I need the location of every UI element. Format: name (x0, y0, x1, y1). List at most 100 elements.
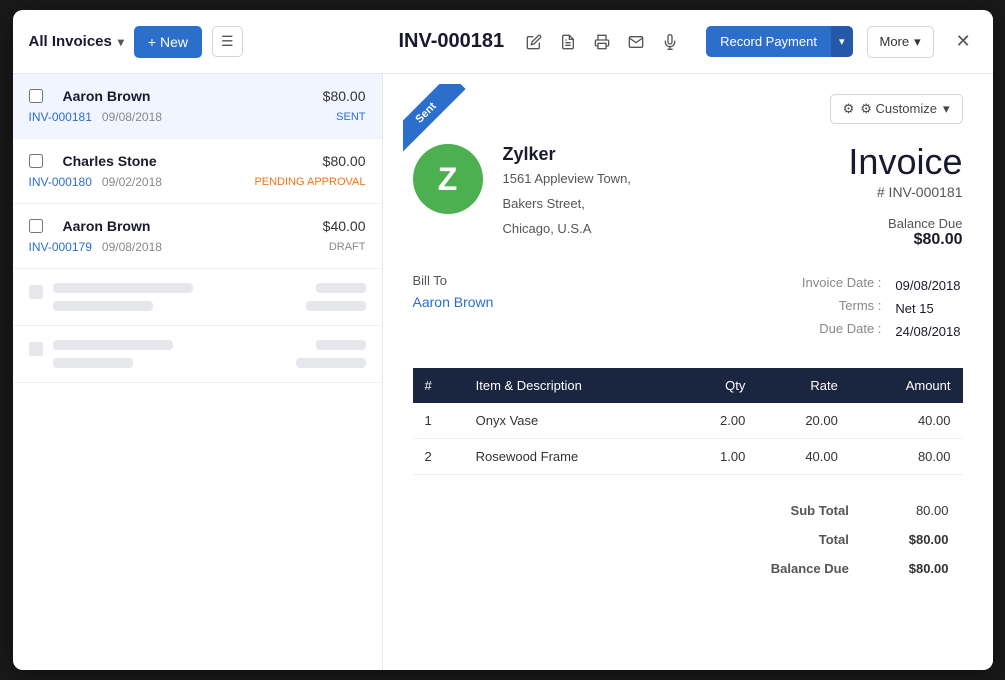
skeleton-checkbox (29, 342, 43, 356)
terms-label: Terms : (802, 298, 894, 319)
bill-to-label: Bill To (413, 273, 494, 288)
invoice-amount: $40.00 (323, 218, 366, 234)
skeleton-line (316, 340, 366, 350)
invoice-details-section: Invoice Date : 09/08/2018 Terms : Net 15… (800, 273, 963, 344)
skeleton-row (53, 301, 366, 311)
customer-name: Charles Stone (63, 153, 157, 169)
items-table-body: 1 Onyx Vase 2.00 20.00 40.00 2 Rosewood … (413, 403, 963, 475)
sent-ribbon: Sent (403, 84, 466, 153)
bill-section: Bill To Aaron Brown Invoice Date : 09/08… (413, 273, 963, 344)
toolbar-icons (522, 30, 682, 54)
invoice-header-right: Invoice # INV-000181 Balance Due $80.00 (848, 144, 962, 249)
toolbar-left: All Invoices ▾ + New ☰ (29, 26, 399, 58)
skeleton-item (13, 326, 382, 383)
record-payment-button[interactable]: Record Payment (706, 26, 831, 57)
skeleton-row (53, 340, 366, 350)
more-button[interactable]: More ▾ (867, 26, 934, 58)
print-icon (594, 34, 610, 50)
customize-chevron-icon: ▾ (943, 101, 950, 117)
item-rate: 40.00 (757, 439, 850, 475)
total-value: $80.00 (863, 526, 961, 553)
totals-table: Sub Total 80.00 Total $80.00 Balance Due… (703, 495, 963, 584)
company-address-line1: 1561 Appleview Town, (503, 169, 631, 190)
skeleton-row (53, 283, 366, 293)
skeleton-line (296, 358, 366, 368)
balance-due-amount: $80.00 (848, 231, 962, 249)
customize-button[interactable]: ⚙ ⚙ Customize ▾ (830, 94, 963, 124)
main-content: Aaron Brown $80.00 INV-000181 09/08/2018… (13, 74, 993, 670)
invoice-row-bottom: INV-000179 09/08/2018 DRAFT (29, 240, 366, 254)
invoice-list: Aaron Brown $80.00 INV-000181 09/08/2018… (13, 74, 383, 670)
customize-bar: ⚙ ⚙ Customize ▾ (413, 94, 963, 124)
customer-name: Aaron Brown (63, 88, 151, 104)
col-num: # (413, 368, 464, 403)
pdf-icon (560, 34, 576, 50)
skeleton-line (53, 340, 173, 350)
customer-name: Aaron Brown (63, 218, 151, 234)
total-label: Total (705, 526, 861, 553)
toolbar: All Invoices ▾ + New ☰ INV-000181 (13, 10, 993, 74)
item-amount: 80.00 (850, 439, 963, 475)
invoice-detail: Sent ⚙ ⚙ Customize ▾ Z Zylker (383, 74, 993, 670)
balance-due-row-value: $80.00 (863, 555, 961, 582)
skeleton-line (53, 358, 133, 368)
col-qty: Qty (677, 368, 758, 403)
all-invoices-button[interactable]: All Invoices ▾ (29, 33, 124, 50)
edit-button[interactable] (522, 30, 546, 54)
terms-row: Terms : Net 15 (802, 298, 961, 319)
close-button[interactable]: ✕ (952, 27, 975, 56)
item-qty: 2.00 (677, 403, 758, 439)
skeleton-line (53, 283, 193, 293)
invoice-meta: INV-000179 09/08/2018 (29, 240, 162, 254)
invoice-checkbox-2[interactable] (29, 154, 43, 168)
microphone-button[interactable] (658, 30, 682, 54)
pdf-button[interactable] (556, 30, 580, 54)
list-item[interactable]: Charles Stone $80.00 INV-000180 09/02/20… (13, 139, 382, 204)
email-button[interactable] (624, 30, 648, 54)
items-table-header-row: # Item & Description Qty Rate Amount (413, 368, 963, 403)
invoice-big-title: Invoice (848, 144, 962, 180)
edit-icon (526, 34, 542, 50)
chevron-down-icon: ▾ (118, 35, 124, 49)
status-badge: PENDING APPROVAL (254, 176, 365, 188)
bill-to-name: Aaron Brown (413, 294, 494, 310)
sub-total-label: Sub Total (705, 497, 861, 524)
item-description: Onyx Vase (464, 403, 677, 439)
bill-to-section: Bill To Aaron Brown (413, 273, 494, 344)
table-row: 2 Rosewood Frame 1.00 40.00 80.00 (413, 439, 963, 475)
items-table: # Item & Description Qty Rate Amount 1 O… (413, 368, 963, 475)
status-badge: DRAFT (329, 241, 366, 253)
due-date-value: 24/08/2018 (895, 321, 960, 342)
new-button[interactable]: + New (134, 26, 202, 58)
item-description: Rosewood Frame (464, 439, 677, 475)
status-badge: SENT (336, 111, 365, 123)
invoice-number: INV-000180 (29, 175, 92, 189)
invoice-meta: INV-000181 09/08/2018 (29, 110, 162, 124)
list-item[interactable]: Aaron Brown $80.00 INV-000181 09/08/2018… (13, 74, 382, 139)
hamburger-icon: ☰ (221, 33, 234, 49)
item-rate: 20.00 (757, 403, 850, 439)
microphone-icon (662, 34, 678, 50)
item-qty: 1.00 (677, 439, 758, 475)
invoice-amount: $80.00 (323, 153, 366, 169)
company-address-line3: Chicago, U.S.A (503, 219, 631, 240)
record-payment-dropdown-button[interactable]: ▾ (831, 26, 853, 57)
skeleton-content (53, 340, 366, 368)
company-logo-letter: Z (438, 161, 458, 198)
list-item[interactable]: Aaron Brown $40.00 INV-000179 09/08/2018… (13, 204, 382, 269)
hamburger-button[interactable]: ☰ (212, 26, 243, 57)
invoice-date: 09/08/2018 (102, 110, 162, 124)
table-row: 1 Onyx Vase 2.00 20.00 40.00 (413, 403, 963, 439)
invoice-checkbox-1[interactable] (29, 89, 43, 103)
invoice-row-bottom: INV-000181 09/08/2018 SENT (29, 110, 366, 124)
invoice-checkbox-3[interactable] (29, 219, 43, 233)
toolbar-center: INV-000181 Record Payment (399, 26, 977, 58)
invoice-number: INV-000181 (29, 110, 92, 124)
balance-due-label: Balance Due (848, 216, 962, 231)
invoice-row-top: Aaron Brown $80.00 (29, 88, 366, 104)
gear-icon: ⚙ (843, 101, 855, 117)
balance-due-row-label: Balance Due (705, 555, 861, 582)
invoice-date-value: 09/08/2018 (895, 275, 960, 296)
print-button[interactable] (590, 30, 614, 54)
chevron-icon: ▾ (839, 36, 845, 48)
